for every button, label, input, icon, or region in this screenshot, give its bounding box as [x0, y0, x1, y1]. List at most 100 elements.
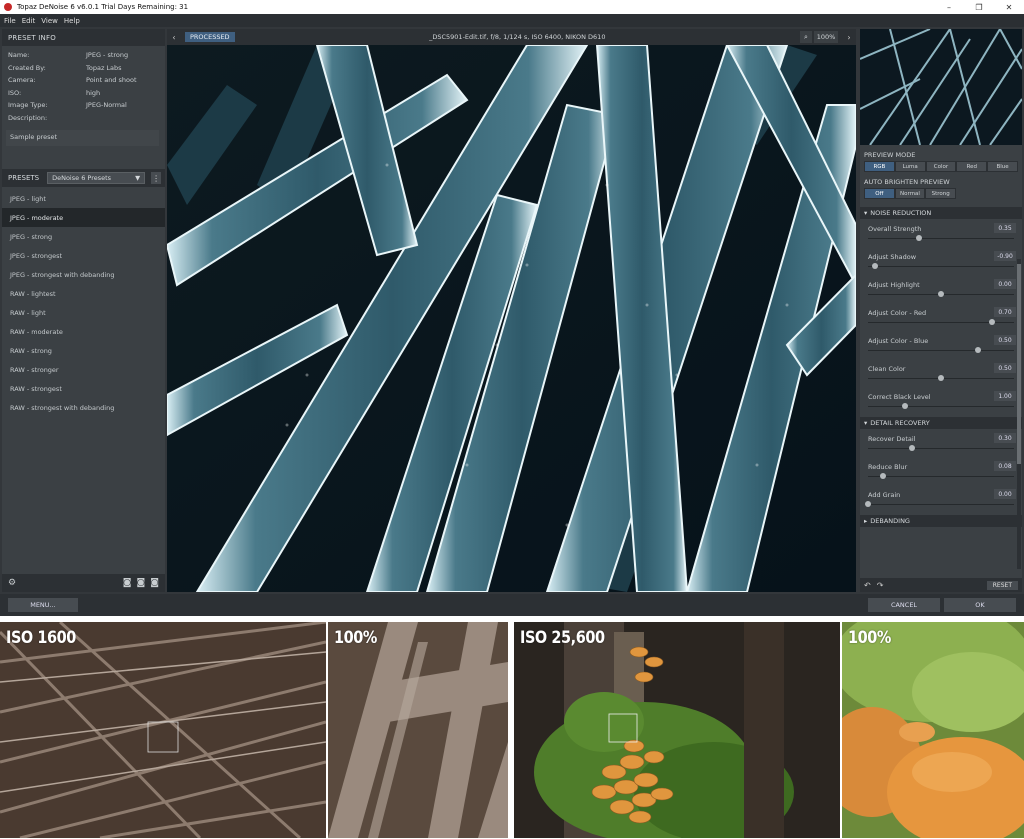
slider-value-input[interactable]: 0.00: [994, 279, 1016, 289]
slider-row: Add Grain 0.00: [860, 485, 1022, 513]
preset-item[interactable]: RAW - stronger: [2, 360, 165, 379]
slider-knob[interactable]: [989, 319, 996, 325]
preset-item-selected[interactable]: JPEG - moderate: [2, 208, 165, 227]
preset-item[interactable]: RAW - light: [2, 303, 165, 322]
ok-button[interactable]: OK: [944, 598, 1016, 612]
camera-save-icon[interactable]: ◙: [137, 578, 146, 588]
slider-label: Adjust Color - Red: [868, 309, 927, 317]
slider-track[interactable]: [868, 476, 1014, 477]
slider-value-input[interactable]: 0.35: [994, 223, 1016, 233]
slider-label: Recover Detail: [868, 435, 916, 443]
preset-item[interactable]: RAW - strongest: [2, 379, 165, 398]
preset-item[interactable]: JPEG - light: [2, 189, 165, 208]
chevron-left-icon[interactable]: ‹: [167, 30, 181, 44]
slider-track[interactable]: [868, 266, 1014, 267]
info-value: Point and shoot: [86, 76, 137, 85]
dry-grass-zoom-photo: [328, 622, 508, 838]
info-key: Created By:: [8, 63, 46, 72]
main-preview-image[interactable]: [167, 45, 856, 592]
slider-knob[interactable]: [872, 263, 879, 269]
preset-item[interactable]: JPEG - strong: [2, 227, 165, 246]
zoom-icon[interactable]: ⌕: [800, 31, 812, 43]
preset-item[interactable]: RAW - strong: [2, 341, 165, 360]
slider-row: Overall Strength 0.35: [860, 219, 1022, 247]
slider-knob[interactable]: [865, 501, 871, 507]
slider-knob[interactable]: [908, 445, 915, 451]
camera-delete-icon[interactable]: ◙: [150, 578, 159, 588]
slider-value-input[interactable]: -0.90: [994, 251, 1016, 261]
preview-mode-blue[interactable]: Blue: [987, 161, 1018, 172]
processed-toggle[interactable]: PROCESSED: [185, 32, 235, 42]
noise-reduction-header[interactable]: ▾ NOISE REDUCTION: [860, 207, 1022, 219]
detail-recovery-sliders: Recover Detail 0.30 Reduce Blur 0.08 Add Gra…: [860, 429, 1022, 513]
menu-button[interactable]: MENU...: [8, 598, 78, 612]
brighten-off[interactable]: Off: [864, 188, 895, 199]
brighten-strong[interactable]: Strong: [925, 188, 957, 199]
preset-item[interactable]: RAW - moderate: [2, 322, 165, 341]
menu-help[interactable]: Help: [64, 17, 80, 25]
slider-value-input[interactable]: 0.50: [994, 363, 1016, 373]
sample-caption: ISO 25,600: [520, 628, 605, 648]
slider-track[interactable]: [868, 350, 1014, 351]
slider-value-input[interactable]: 0.08: [994, 461, 1016, 471]
preview-mode-red[interactable]: Red: [956, 161, 988, 172]
preview-mode-luma[interactable]: Luma: [894, 161, 926, 172]
window-title: Topaz DeNoise 6 v6.0.1 Trial Days Remain…: [17, 3, 189, 11]
auto-brighten-label: AUTO BRIGHTEN PREVIEW: [864, 178, 950, 186]
settings-scrollbar[interactable]: [1017, 259, 1021, 569]
slider-track[interactable]: [868, 448, 1014, 449]
zoom-level[interactable]: 100%: [814, 31, 838, 43]
slider-label: Add Grain: [868, 491, 901, 499]
undo-icon[interactable]: ↶: [864, 581, 871, 590]
slider-knob[interactable]: [916, 235, 923, 241]
gear-icon[interactable]: ⚙: [8, 578, 16, 588]
preset-item[interactable]: JPEG - strongest with debanding: [2, 265, 165, 284]
detail-recovery-header[interactable]: ▾ DETAIL RECOVERY: [860, 417, 1022, 429]
slider-knob[interactable]: [879, 473, 886, 479]
preset-info-heading: PRESET INFO: [2, 29, 165, 46]
slider-knob[interactable]: [938, 375, 944, 381]
preview-mode-segment: RGB Luma Color Red Blue: [864, 161, 1018, 172]
slider-value-input[interactable]: 0.00: [994, 489, 1016, 499]
menu-edit[interactable]: Edit: [22, 17, 36, 25]
camera-icon[interactable]: ◙: [123, 578, 132, 588]
preview-mode-rgb[interactable]: RGB: [864, 161, 895, 172]
slider-knob[interactable]: [938, 291, 944, 297]
menu-file[interactable]: File: [4, 17, 16, 25]
navigator-thumbnail[interactable]: [860, 29, 1022, 145]
slider-value-input[interactable]: 0.50: [994, 335, 1016, 345]
slider-knob[interactable]: [974, 347, 981, 353]
brighten-normal[interactable]: Normal: [894, 188, 926, 199]
menu-view[interactable]: View: [41, 17, 58, 25]
maximize-button[interactable]: ❐: [964, 0, 994, 14]
slider-track[interactable]: [868, 406, 1014, 407]
minimize-button[interactable]: –: [934, 0, 964, 14]
bottom-bar: MENU... CANCEL OK: [0, 594, 1024, 616]
left-panel: PRESET INFO Name: JPEG - strong Created B…: [2, 29, 165, 592]
preset-item[interactable]: RAW - lightest: [2, 284, 165, 303]
preset-options-button[interactable]: ⋮: [151, 172, 162, 184]
slider-track[interactable]: [868, 238, 1014, 239]
redo-icon[interactable]: ↷: [877, 581, 884, 590]
noise-reduction-sliders: Overall Strength 0.35 Adjust Shadow -0.90 Ad…: [860, 219, 1022, 415]
slider-value-input[interactable]: 1.00: [994, 391, 1016, 401]
preset-item[interactable]: RAW - strongest with debanding: [2, 398, 165, 417]
chevron-right-icon[interactable]: ›: [842, 30, 856, 44]
sample-grass-full: ISO 1600: [0, 622, 326, 838]
chevron-down-icon: ▾: [864, 419, 868, 427]
slider-row: Adjust Highlight 0.00: [860, 275, 1022, 303]
slider-track[interactable]: [868, 504, 1014, 505]
slider-value-input[interactable]: 0.70: [994, 307, 1016, 317]
debanding-header[interactable]: ▸ DEBANDING: [860, 515, 1022, 527]
close-button[interactable]: ✕: [994, 0, 1024, 14]
preset-item[interactable]: JPEG - strongest: [2, 246, 165, 265]
slider-knob[interactable]: [901, 403, 908, 409]
cancel-button[interactable]: CANCEL: [868, 598, 940, 612]
sample-mushroom-full: ISO 25,600: [514, 622, 840, 838]
reset-button[interactable]: RESET: [986, 580, 1018, 590]
detail-recovery-heading: DETAIL RECOVERY: [870, 419, 930, 427]
slider-value-input[interactable]: 0.30: [994, 433, 1016, 443]
preview-mode-color[interactable]: Color: [925, 161, 957, 172]
presets-header: PRESETS DeNoise 6 Presets ▼ ⋮: [2, 169, 165, 187]
preset-group-select[interactable]: DeNoise 6 Presets ▼: [47, 172, 146, 184]
